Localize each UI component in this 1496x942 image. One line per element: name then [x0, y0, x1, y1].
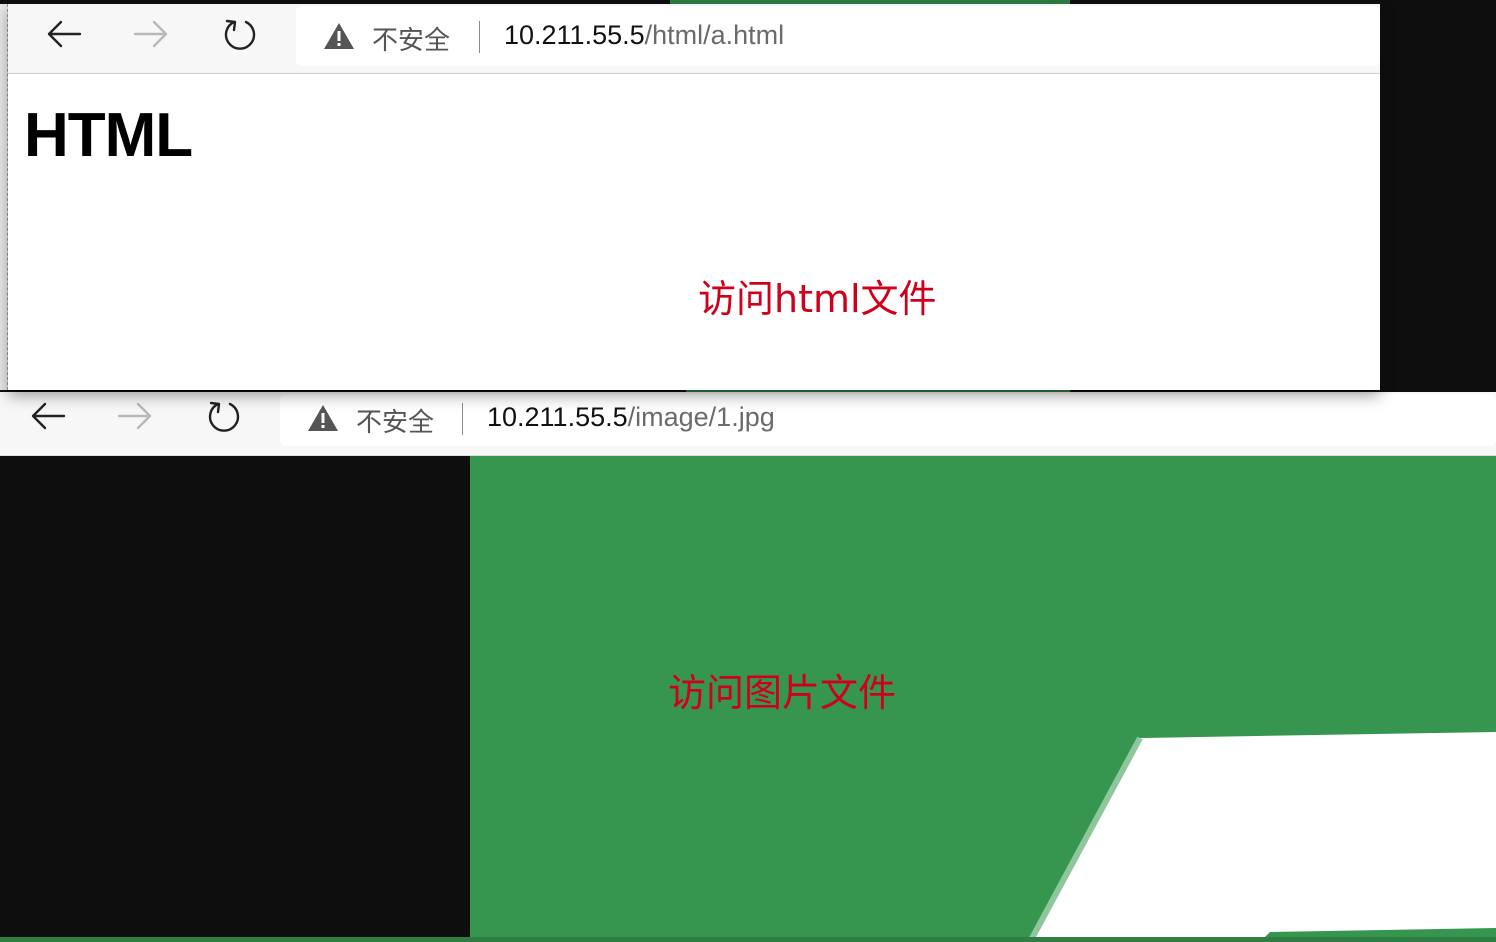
forward-button[interactable]: [113, 394, 157, 438]
page-content: HTML 访问html文件: [8, 74, 1380, 390]
address-separator: [479, 21, 480, 53]
address-bar[interactable]: 不安全 10.211.55.5/html/a.html: [296, 6, 1380, 66]
url-host: 10.211.55.5: [487, 402, 628, 432]
back-arrow-icon: [31, 402, 66, 430]
annotation-html: 访问html文件: [698, 277, 937, 321]
security-status-label: 不安全: [372, 26, 451, 56]
browser-toolbar: 不安全 10.211.55.5/image/1.jpg: [0, 392, 1496, 456]
browser-window-html: 不安全 10.211.55.5/html/a.html HTML 访问html文…: [8, 4, 1380, 390]
warning-icon: [324, 23, 354, 49]
address-bar[interactable]: 不安全 10.211.55.5/image/1.jpg: [280, 394, 1496, 446]
warning-icon: [308, 405, 338, 431]
reload-button[interactable]: [202, 395, 246, 439]
reload-icon: [224, 19, 256, 50]
security-status-label: 不安全: [356, 408, 435, 438]
reload-icon: [208, 401, 240, 432]
reload-button[interactable]: [218, 13, 262, 57]
address-separator: [462, 403, 463, 435]
url-text: 10.211.55.5/image/1.jpg: [487, 402, 775, 433]
window-left-edge: [0, 4, 8, 390]
forward-button[interactable]: [129, 12, 173, 56]
url-host: 10.211.55.5: [504, 20, 645, 50]
image-white-shape: [1027, 732, 1496, 942]
annotation-image: 访问图片文件: [668, 671, 897, 715]
back-button[interactable]: [26, 394, 70, 438]
url-text: 10.211.55.5/html/a.html: [504, 20, 784, 51]
forward-arrow-icon: [133, 20, 168, 48]
page-heading: HTML: [24, 101, 193, 170]
browser-toolbar: 不安全 10.211.55.5/html/a.html: [8, 4, 1380, 74]
url-path: /html/a.html: [644, 20, 785, 50]
browser-window-image: 不安全 10.211.55.5/image/1.jpg 访问图片文件: [0, 392, 1496, 942]
forward-arrow-icon: [117, 402, 152, 430]
bottom-strip: [0, 937, 1496, 942]
displayed-image: [470, 456, 1496, 942]
url-path: /image/1.jpg: [627, 402, 775, 432]
back-button[interactable]: [42, 12, 86, 56]
back-arrow-icon: [47, 20, 82, 48]
